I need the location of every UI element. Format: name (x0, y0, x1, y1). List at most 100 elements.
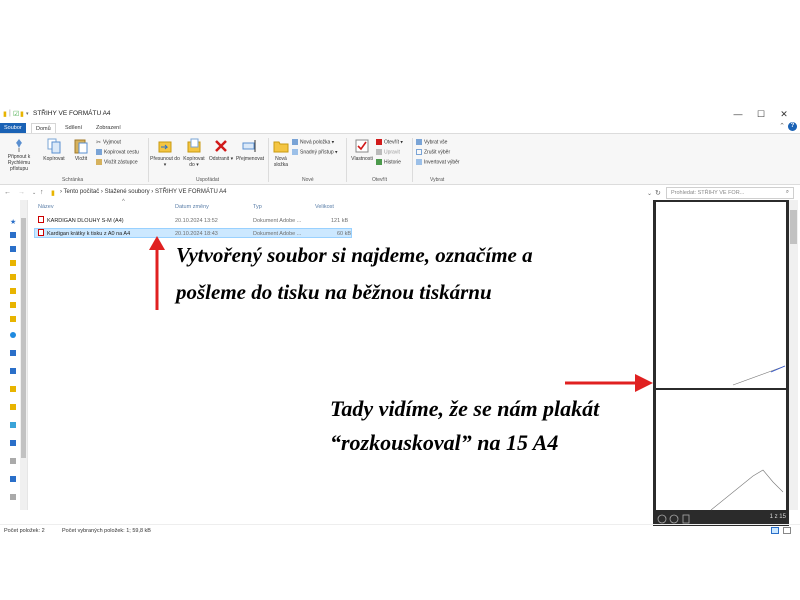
group-separator (346, 138, 347, 182)
up-arrow-icon[interactable]: ↑ (40, 189, 44, 196)
red-up-arrow (149, 236, 165, 310)
nav-folder-icon[interactable] (10, 274, 16, 280)
select-all-button[interactable]: Vybrat vše (416, 139, 447, 145)
nav-folder-icon[interactable] (10, 386, 16, 392)
column-header-name[interactable]: Název (38, 204, 54, 210)
annotation-line-3: Tady vidíme, že se nám plakát (330, 396, 600, 421)
title-bar: ▮ | ☑ ▮ ▾ STŘIHY VE FORMÁTU A4 — ☐ ✕ (0, 106, 800, 122)
chevron-down-icon[interactable]: ▾ (26, 111, 29, 117)
preview-scrollbar-thumb[interactable] (790, 210, 797, 244)
pdf-file-icon (38, 229, 44, 237)
annotation-line-1: Vytvořený soubor si najdeme, označíme a (176, 243, 533, 267)
onedrive-icon[interactable] (10, 332, 16, 338)
tab-home[interactable]: Domů (31, 123, 56, 133)
copy-to-button[interactable]: Kopírovat do ▾ (180, 138, 208, 168)
nav-item-icon[interactable] (10, 476, 16, 482)
navigation-pane: ★ (0, 200, 28, 510)
close-button[interactable]: ✕ (777, 108, 791, 120)
file-name: KARDIGAN DLOUHY S-M (A4) (38, 216, 124, 226)
preview-scrollbar[interactable] (789, 200, 798, 510)
invert-selection-button[interactable]: Invertovat výběr (416, 159, 460, 165)
pin-label: Připnout k Rychlému přístupu (7, 154, 31, 172)
nav-folder-icon[interactable] (10, 404, 16, 410)
paste-shortcut-icon (96, 159, 102, 165)
move-to-button[interactable]: Přesunout do ▾ (150, 138, 180, 168)
properties-icon[interactable]: ☑ (13, 110, 19, 118)
file-row-selected[interactable]: Kardigan krátky k tisku z A0 na A4 20.10… (34, 228, 352, 238)
rename-button[interactable]: Přejmenovat (234, 138, 266, 162)
pin-quick-access-button[interactable]: Připnout k Rychlému přístupu (2, 138, 36, 172)
selected-count: Počet vybraných položek: 1; 59,8 kB (62, 528, 151, 534)
column-header-type[interactable]: Typ (253, 204, 262, 210)
drive-icon[interactable] (10, 494, 16, 500)
preview-page-2 (656, 390, 786, 510)
pdf-open-icon (376, 139, 382, 145)
tab-share[interactable]: Sdílení (61, 123, 86, 133)
edit-label: Upravit (384, 149, 400, 156)
properties-button[interactable]: Vlastnosti (348, 138, 376, 162)
paste-icon (74, 139, 88, 154)
edit-button[interactable]: Upravit (376, 149, 400, 155)
new-item-button[interactable]: Nová položka ▾ (292, 139, 334, 145)
refresh-icon[interactable]: ↻ (655, 189, 661, 197)
navigation-scrollbar-thumb[interactable] (21, 218, 26, 458)
file-type: Dokument Adobe ... (253, 218, 302, 224)
open-button[interactable]: Otevřít ▾ (376, 139, 403, 145)
nav-item-icon[interactable] (10, 368, 16, 374)
back-arrow-icon[interactable]: ← (4, 189, 11, 196)
drive-icon[interactable] (10, 458, 16, 464)
collapse-ribbon-icon[interactable]: ⌃ (779, 122, 785, 130)
copy-path-button[interactable]: Kopírovat cestu (96, 149, 139, 155)
copy-button[interactable]: Kopírovat (40, 138, 68, 162)
search-input[interactable]: Prohledat: STŘIHY VE FOR... ⌕ (666, 187, 794, 199)
file-row[interactable]: KARDIGAN DLOUHY S-M (A4) 20.10.2024 13:5… (34, 216, 352, 226)
group-separator (412, 138, 413, 182)
quick-access-star-icon[interactable]: ★ (10, 218, 16, 226)
help-icon[interactable]: ? (788, 122, 797, 131)
file-date: 20.10.2024 13:52 (175, 218, 218, 224)
easy-access-button[interactable]: Snadný přístup ▾ (292, 149, 338, 155)
new-item-label: Nová položka ▾ (300, 139, 335, 146)
address-dropdown-icon[interactable]: ⌄ (647, 190, 652, 197)
delete-button[interactable]: Odstranit ▾ (208, 138, 234, 162)
history-button[interactable]: Historie (376, 159, 401, 165)
rename-label: Přejmenovat (235, 156, 265, 162)
tiles-view-icon[interactable] (783, 527, 791, 534)
recent-chevron-icon[interactable]: ⌄ (32, 190, 36, 196)
details-view-icon[interactable] (771, 527, 779, 534)
nav-folder-icon[interactable] (10, 316, 16, 322)
file-name: Kardigan krátky k tisku z A0 na A4 (38, 229, 130, 239)
file-size: 121 kB (331, 218, 349, 224)
paste-shortcut-button[interactable]: Vložit zástupce (96, 159, 138, 165)
move-to-label: Přesunout do ▾ (150, 156, 180, 168)
select-none-button[interactable]: Zrušit výběr (416, 149, 450, 155)
nav-item-icon[interactable] (10, 232, 16, 238)
breadcrumb[interactable]: › Tento počítač › Stažené soubory › STŘI… (60, 189, 227, 195)
nav-folder-icon[interactable] (10, 288, 16, 294)
new-folder-icon[interactable]: ▮ (20, 110, 24, 118)
tab-view[interactable]: Zobrazení (92, 123, 125, 133)
forward-arrow-icon[interactable]: → (18, 189, 25, 196)
rename-icon (242, 140, 256, 152)
file-type: Dokument Adobe ... (253, 231, 302, 237)
nav-item-icon[interactable] (10, 440, 16, 446)
preview-page-1 (656, 202, 786, 388)
nav-folder-icon[interactable] (10, 302, 16, 308)
nav-folder-icon[interactable] (10, 260, 16, 266)
group-label-new: Nové (302, 177, 314, 183)
new-folder-button[interactable]: Nová složka (271, 138, 291, 168)
maximize-button[interactable]: ☐ (754, 108, 768, 120)
nav-item-icon[interactable] (10, 246, 16, 252)
file-size: 60 kB (337, 231, 352, 237)
paste-button[interactable]: Vložit (70, 138, 92, 162)
music-icon[interactable] (10, 422, 16, 428)
new-item-icon (292, 139, 298, 145)
tab-file[interactable]: Soubor (0, 123, 26, 133)
status-bar: Počet položek: 2 Počet vybraných položek… (0, 524, 800, 536)
column-header-date[interactable]: Datum změny (175, 204, 209, 210)
cut-button[interactable]: ✂ Vyjmout (96, 139, 121, 146)
column-header-size[interactable]: Velikost (315, 204, 334, 210)
folder-icon: ▮ (3, 111, 7, 118)
this-pc-icon[interactable] (10, 350, 16, 356)
minimize-button[interactable]: — (731, 108, 745, 120)
